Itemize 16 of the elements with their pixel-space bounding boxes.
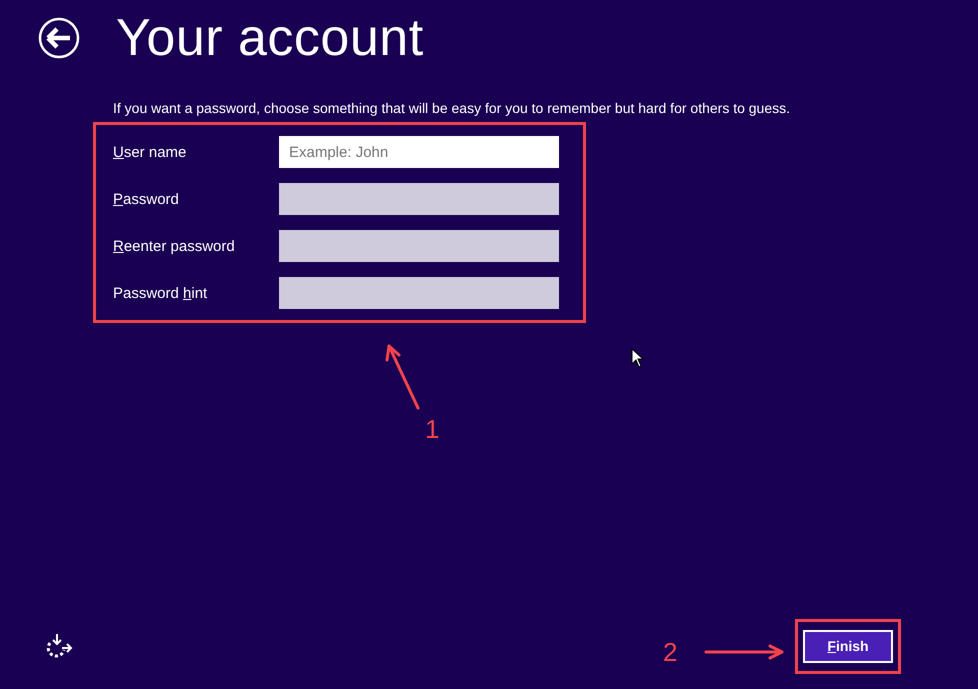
annotation-number: 2 — [663, 637, 678, 668]
input-field[interactable] — [279, 230, 559, 262]
input-field[interactable]: Example: John — [279, 136, 559, 168]
field-label: Password — [113, 190, 180, 208]
page-title: Your account — [116, 8, 424, 68]
field-label: Password hint — [113, 284, 208, 302]
finish-button[interactable]: Finish — [803, 630, 893, 662]
input-field[interactable] — [279, 277, 559, 309]
field-label: Reenter password — [113, 238, 236, 254]
back-icon[interactable] — [38, 17, 80, 59]
intro-text: If you want a password, choose something that will be easy for you to remember but hard for others to guess. — [113, 100, 792, 116]
input-field[interactable] — [279, 183, 559, 215]
annotation-number: 1 — [425, 414, 440, 445]
mouse-cursor-icon — [631, 348, 644, 368]
accessibility-icon[interactable] — [45, 633, 73, 659]
field-label: User name — [113, 144, 188, 160]
